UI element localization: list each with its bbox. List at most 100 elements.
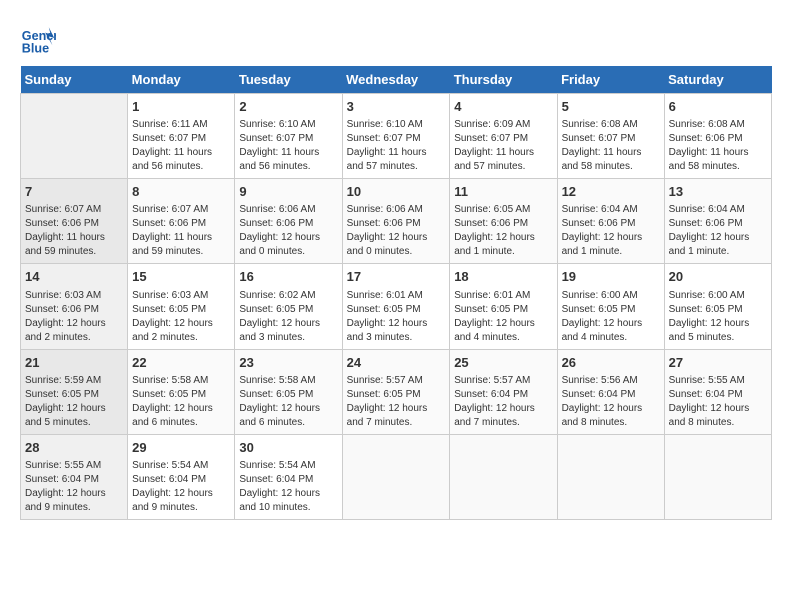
day-number: 3 [347,98,446,116]
calendar-cell: 1 Sunrise: 6:11 AMSunset: 6:07 PMDaylight… [128,94,235,179]
calendar-cell: 13 Sunrise: 6:04 AMSunset: 6:06 PMDayligh… [664,179,771,264]
calendar-cell: 18 Sunrise: 6:01 AMSunset: 6:05 PMDayligh… [450,264,557,349]
calendar-cell: 28 Sunrise: 5:55 AMSunset: 6:04 PMDayligh… [21,434,128,519]
day-header-saturday: Saturday [664,66,771,94]
calendar-cell: 29 Sunrise: 5:54 AMSunset: 6:04 PMDayligh… [128,434,235,519]
calendar-cell: 30 Sunrise: 5:54 AMSunset: 6:04 PMDayligh… [235,434,342,519]
day-header-tuesday: Tuesday [235,66,342,94]
day-info: Sunrise: 5:59 AMSunset: 6:05 PMDaylight:… [25,374,123,430]
day-info: Sunrise: 6:08 AMSunset: 6:07 PMDaylight:… [562,118,660,174]
day-number: 30 [239,439,337,457]
day-number: 23 [239,354,337,372]
day-number: 25 [454,354,552,372]
calendar-cell: 11Sunrise: 6:05 AMSunset: 6:06 PMDayligh… [450,179,557,264]
day-info: Sunrise: 5:58 AMSunset: 6:05 PMDaylight:… [132,374,230,430]
day-info: Sunrise: 6:10 AMSunset: 6:07 PMDaylight:… [239,118,337,174]
day-number: 5 [562,98,660,116]
day-header-monday: Monday [128,66,235,94]
calendar-cell: 26 Sunrise: 5:56 AMSunset: 6:04 PMDayligh… [557,349,664,434]
calendar-cell: 12 Sunrise: 6:04 AMSunset: 6:06 PMDayligh… [557,179,664,264]
calendar-cell: 3 Sunrise: 6:10 AMSunset: 6:07 PMDaylight… [342,94,450,179]
day-number: 22 [132,354,230,372]
calendar-cell [450,434,557,519]
day-number: 24 [347,354,446,372]
day-number: 17 [347,268,446,286]
day-number: 10 [347,183,446,201]
logo: General Blue [20,20,60,56]
calendar-table: SundayMondayTuesdayWednesdayThursdayFrid… [20,66,772,520]
svg-text:Blue: Blue [22,41,49,55]
day-info: Sunrise: 6:08 AMSunset: 6:06 PMDaylight:… [669,118,767,174]
day-info: Sunrise: 6:01 AMSunset: 6:05 PMDaylight:… [347,289,446,345]
calendar-cell: 25 Sunrise: 5:57 AMSunset: 6:04 PMDayligh… [450,349,557,434]
day-info: Sunrise: 6:00 AMSunset: 6:05 PMDaylight:… [669,289,767,345]
day-number: 12 [562,183,660,201]
day-info: Sunrise: 6:03 AMSunset: 6:05 PMDaylight:… [132,289,230,345]
day-info: Sunrise: 5:56 AMSunset: 6:04 PMDaylight:… [562,374,660,430]
day-number: 1 [132,98,230,116]
day-number: 6 [669,98,767,116]
day-header-wednesday: Wednesday [342,66,450,94]
day-info: Sunrise: 6:04 AMSunset: 6:06 PMDaylight:… [562,203,660,259]
day-number: 28 [25,439,123,457]
day-header-sunday: Sunday [21,66,128,94]
calendar-cell [342,434,450,519]
calendar-cell: 24 Sunrise: 5:57 AMSunset: 6:05 PMDayligh… [342,349,450,434]
calendar-cell: 20 Sunrise: 6:00 AMSunset: 6:05 PMDayligh… [664,264,771,349]
calendar-cell: 17 Sunrise: 6:01 AMSunset: 6:05 PMDayligh… [342,264,450,349]
calendar-cell: 7Sunrise: 6:07 AMSunset: 6:06 PMDaylight… [21,179,128,264]
day-info: Sunrise: 5:55 AMSunset: 6:04 PMDaylight:… [669,374,767,430]
day-info: Sunrise: 5:54 AMSunset: 6:04 PMDaylight:… [239,459,337,515]
day-number: 27 [669,354,767,372]
calendar-cell [664,434,771,519]
day-info: Sunrise: 6:10 AMSunset: 6:07 PMDaylight:… [347,118,446,174]
day-number: 29 [132,439,230,457]
calendar-cell [557,434,664,519]
day-number: 18 [454,268,552,286]
calendar-cell: 5 Sunrise: 6:08 AMSunset: 6:07 PMDaylight… [557,94,664,179]
calendar-cell [21,94,128,179]
calendar-cell: 21 Sunrise: 5:59 AMSunset: 6:05 PMDayligh… [21,349,128,434]
day-info: Sunrise: 6:02 AMSunset: 6:05 PMDaylight:… [239,289,337,345]
day-number: 14 [25,268,123,286]
day-info: Sunrise: 5:57 AMSunset: 6:05 PMDaylight:… [347,374,446,430]
day-number: 11 [454,183,552,201]
calendar-cell: 16Sunrise: 6:02 AMSunset: 6:05 PMDayligh… [235,264,342,349]
day-info: Sunrise: 5:55 AMSunset: 6:04 PMDaylight:… [25,459,123,515]
day-info: Sunrise: 6:04 AMSunset: 6:06 PMDaylight:… [669,203,767,259]
calendar-cell: 4Sunrise: 6:09 AMSunset: 6:07 PMDaylight… [450,94,557,179]
day-number: 4 [454,98,552,116]
calendar-cell: 14 Sunrise: 6:03 AMSunset: 6:06 PMDayligh… [21,264,128,349]
day-number: 9 [239,183,337,201]
day-number: 19 [562,268,660,286]
day-number: 26 [562,354,660,372]
day-info: Sunrise: 5:57 AMSunset: 6:04 PMDaylight:… [454,374,552,430]
day-number: 13 [669,183,767,201]
calendar-cell: 8 Sunrise: 6:07 AMSunset: 6:06 PMDaylight… [128,179,235,264]
calendar-cell: 23 Sunrise: 5:58 AMSunset: 6:05 PMDayligh… [235,349,342,434]
day-info: Sunrise: 6:11 AMSunset: 6:07 PMDaylight:… [132,118,230,174]
day-info: Sunrise: 6:07 AMSunset: 6:06 PMDaylight:… [25,203,123,259]
page-header: General Blue [20,20,772,56]
calendar-cell: 22 Sunrise: 5:58 AMSunset: 6:05 PMDayligh… [128,349,235,434]
day-info: Sunrise: 6:06 AMSunset: 6:06 PMDaylight:… [347,203,446,259]
day-info: Sunrise: 6:01 AMSunset: 6:05 PMDaylight:… [454,289,552,345]
day-header-thursday: Thursday [450,66,557,94]
day-number: 20 [669,268,767,286]
calendar-cell: 6 Sunrise: 6:08 AMSunset: 6:06 PMDaylight… [664,94,771,179]
day-info: Sunrise: 5:58 AMSunset: 6:05 PMDaylight:… [239,374,337,430]
day-info: Sunrise: 6:00 AMSunset: 6:05 PMDaylight:… [562,289,660,345]
day-number: 21 [25,354,123,372]
day-number: 8 [132,183,230,201]
day-info: Sunrise: 6:03 AMSunset: 6:06 PMDaylight:… [25,289,123,345]
day-number: 15 [132,268,230,286]
day-info: Sunrise: 5:54 AMSunset: 6:04 PMDaylight:… [132,459,230,515]
calendar-cell: 15 Sunrise: 6:03 AMSunset: 6:05 PMDayligh… [128,264,235,349]
calendar-cell: 19 Sunrise: 6:00 AMSunset: 6:05 PMDayligh… [557,264,664,349]
day-info: Sunrise: 6:07 AMSunset: 6:06 PMDaylight:… [132,203,230,259]
day-header-friday: Friday [557,66,664,94]
day-number: 2 [239,98,337,116]
calendar-cell: 9 Sunrise: 6:06 AMSunset: 6:06 PMDaylight… [235,179,342,264]
day-info: Sunrise: 6:06 AMSunset: 6:06 PMDaylight:… [239,203,337,259]
calendar-cell: 27 Sunrise: 5:55 AMSunset: 6:04 PMDayligh… [664,349,771,434]
